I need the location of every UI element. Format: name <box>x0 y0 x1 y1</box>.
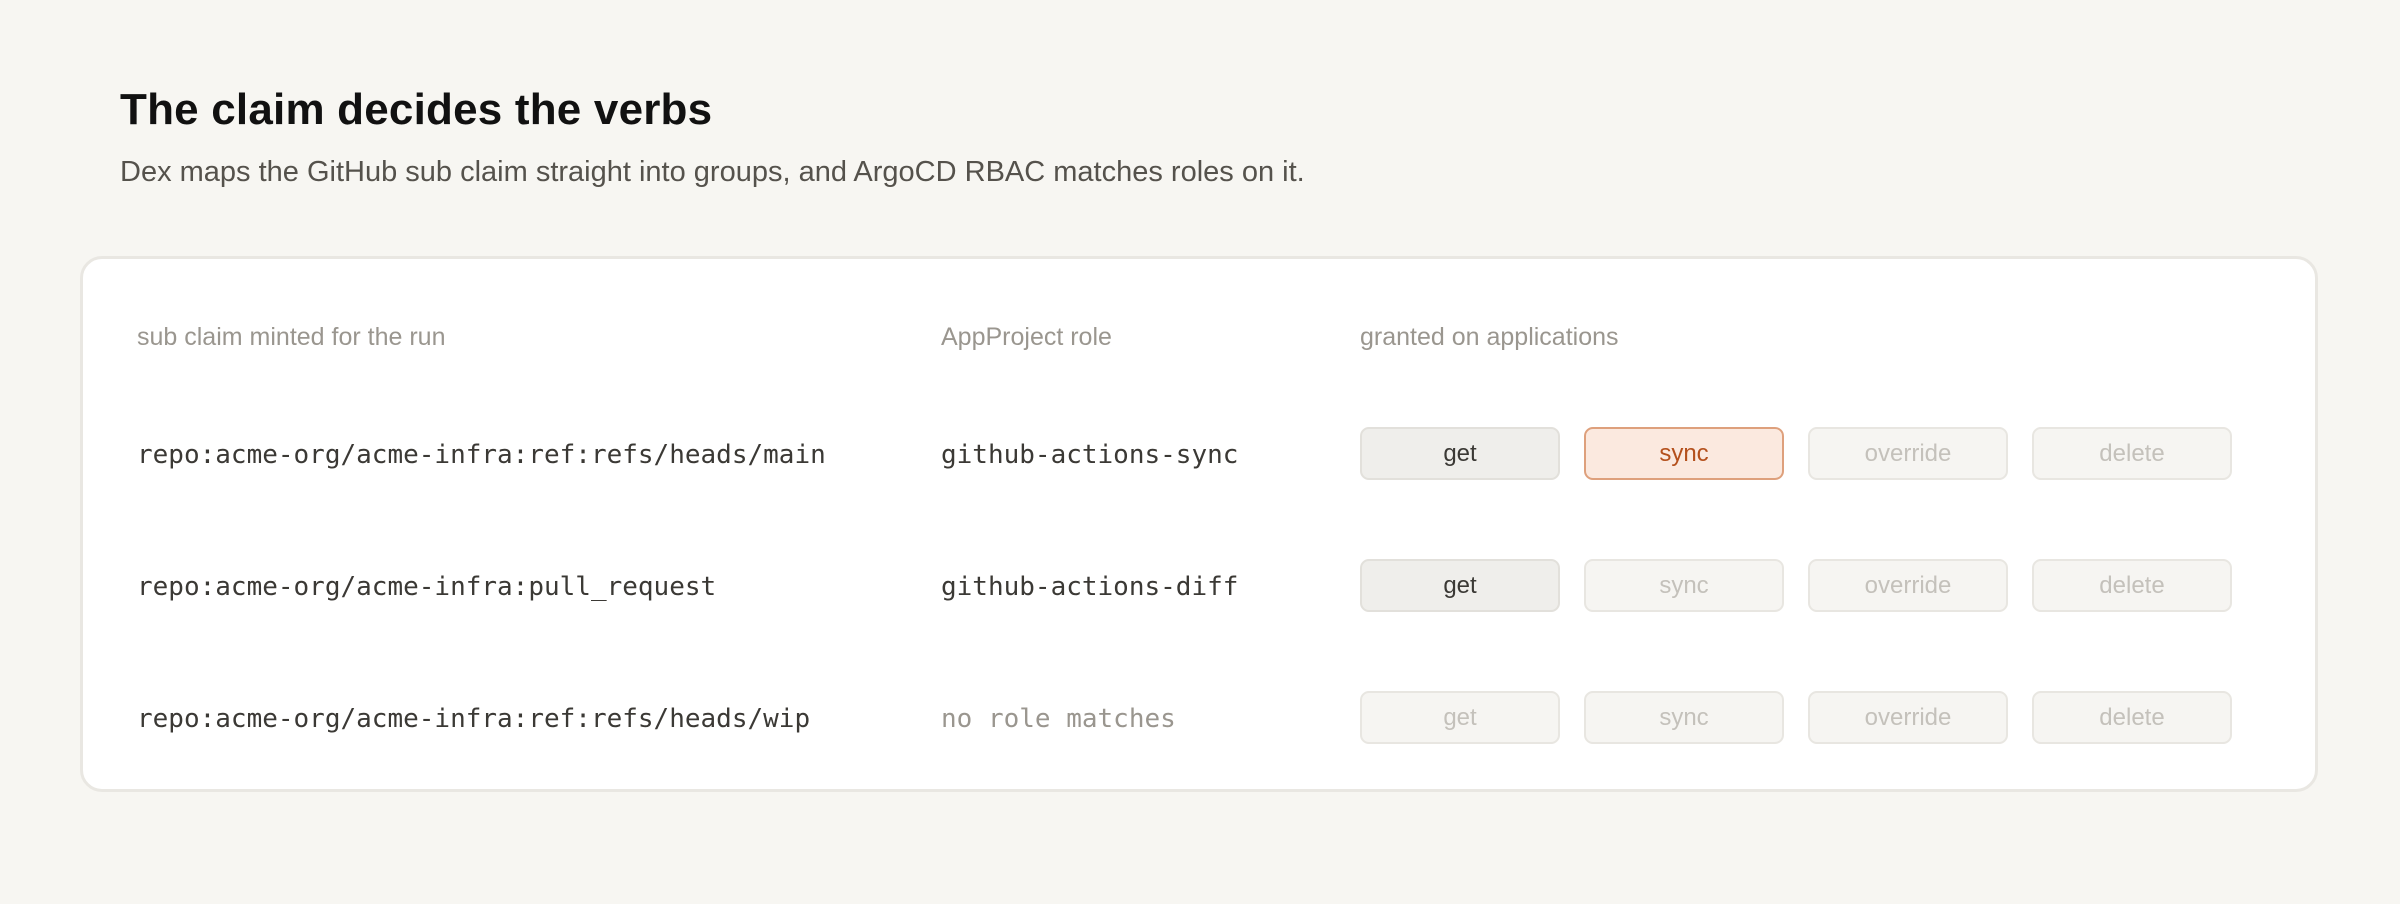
verb-delete-button[interactable]: delete <box>2032 559 2232 612</box>
verb-get-button[interactable]: get <box>1360 559 1560 612</box>
verb-get-button[interactable]: get <box>1360 691 1560 744</box>
verb-override-button[interactable]: override <box>1808 559 2008 612</box>
page-title: The claim decides the verbs <box>120 85 713 134</box>
sub-claim: repo:acme-org/acme-infra:pull_request <box>137 572 717 602</box>
verb-delete-button[interactable]: delete <box>2032 691 2232 744</box>
table-row: repo:acme-org/acme-infra:ref:refs/heads/… <box>83 691 2315 747</box>
table-row: repo:acme-org/acme-infra:pull_request gi… <box>83 559 2315 615</box>
column-header-verbs: granted on applications <box>1360 323 1619 351</box>
page-subtitle: Dex maps the GitHub sub claim straight i… <box>120 156 1305 188</box>
verb-delete-button[interactable]: delete <box>2032 427 2232 480</box>
column-header-role: AppProject role <box>941 323 1112 351</box>
verb-get-button[interactable]: get <box>1360 427 1560 480</box>
appproject-role: no role matches <box>941 704 1176 734</box>
verb-override-button[interactable]: override <box>1808 427 2008 480</box>
verb-override-button[interactable]: override <box>1808 691 2008 744</box>
verb-sync-button[interactable]: sync <box>1584 427 1784 480</box>
appproject-role: github-actions-diff <box>941 572 1239 602</box>
verb-sync-button[interactable]: sync <box>1584 691 1784 744</box>
column-header-claim: sub claim minted for the run <box>137 323 446 351</box>
sub-claim: repo:acme-org/acme-infra:ref:refs/heads/… <box>137 440 826 470</box>
verb-sync-button[interactable]: sync <box>1584 559 1784 612</box>
appproject-role: github-actions-sync <box>941 440 1239 470</box>
page: The claim decides the verbs Dex maps the… <box>0 0 2400 904</box>
claims-table-card: sub claim minted for the run AppProject … <box>80 256 2318 792</box>
table-row: repo:acme-org/acme-infra:ref:refs/heads/… <box>83 427 2315 483</box>
sub-claim: repo:acme-org/acme-infra:ref:refs/heads/… <box>137 704 811 734</box>
